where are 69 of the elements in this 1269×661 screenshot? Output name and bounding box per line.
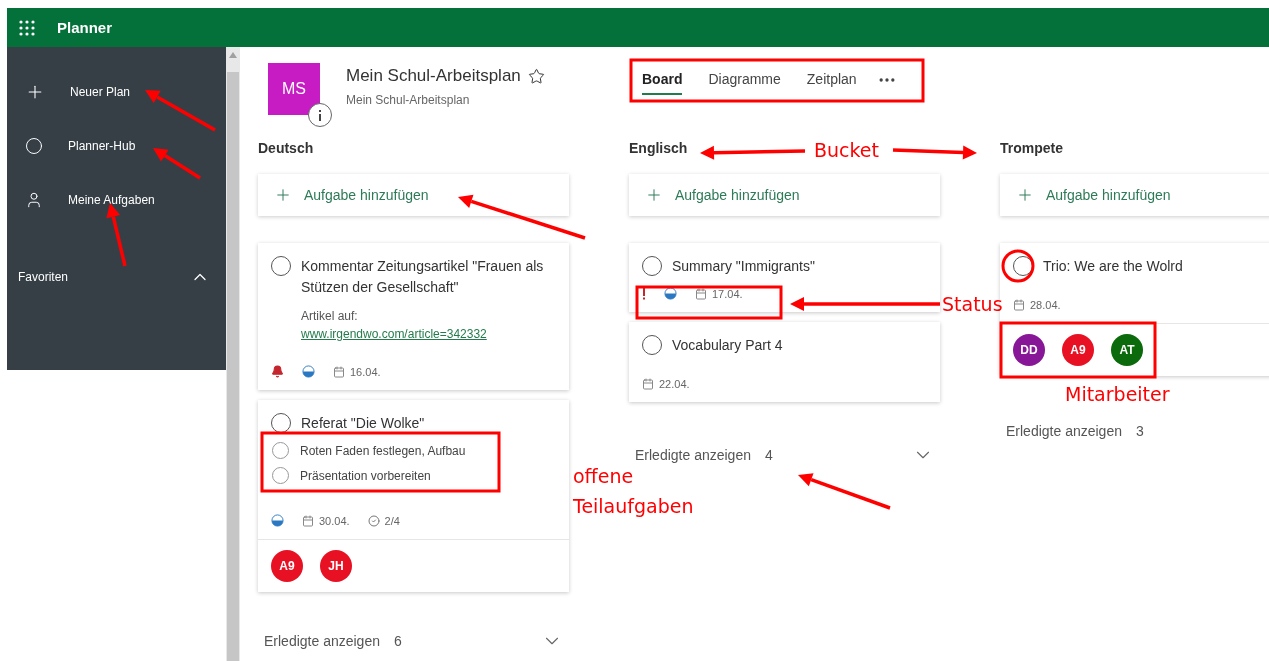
avatar: JH: [320, 550, 352, 582]
bucket-name: Deutsch: [258, 140, 314, 158]
person-icon: [25, 191, 43, 209]
tab[interactable]: Board: [642, 71, 683, 95]
task-card[interactable]: Vocabulary Part 4 22.04.: [629, 322, 940, 402]
plus-icon: [645, 186, 663, 204]
calendar-icon: [333, 365, 345, 378]
circle-icon: [25, 137, 43, 155]
task-card[interactable]: Kommentar Zeitungsartikel "Frauen als Stützen der Gesellschaft" Artikel auf: www.irgendwo.com/article=342332 16.04.: [258, 243, 569, 390]
tab[interactable]: Diagramme: [708, 71, 781, 95]
due-date: 28.04.: [1030, 299, 1061, 311]
due-date: 22.04.: [659, 378, 690, 390]
task-title: Referat "Die Wolke": [301, 414, 425, 433]
annotation-label: Mitarbeiter: [1065, 382, 1170, 407]
scrollbar[interactable]: [226, 47, 240, 661]
add-task-button[interactable]: Aufgabe hinzufügen: [629, 174, 940, 216]
annotation-label: Bucket: [814, 138, 879, 163]
plan-subtitle: Mein Schul-Arbeitsplan: [346, 93, 471, 107]
checklist-icon: [367, 514, 380, 527]
app-title: Planner: [57, 19, 113, 36]
annotation-label: Status: [942, 292, 1003, 317]
checklist-checkbox[interactable]: [272, 467, 289, 484]
annotation-arrow: [145, 90, 216, 132]
sidebar-item[interactable]: Meine Aufgaben: [7, 173, 226, 227]
sidebar-item[interactable]: Planner-Hub: [7, 119, 226, 173]
calendar-icon: [1013, 299, 1025, 311]
calendar-icon: [302, 514, 314, 527]
add-task-button[interactable]: Aufgabe hinzufügen: [1000, 174, 1269, 216]
favorites-header[interactable]: Favoriten: [7, 227, 226, 287]
due-date: 30.04.: [319, 514, 350, 527]
plus-icon: [274, 186, 292, 204]
task-card[interactable]: Referat "Die Wolke" Roten Faden festlegen, Aufbau Präsentation vorbereiten 30.04. 2/4 A9 JH: [258, 400, 569, 592]
bucket-name: Englisch: [629, 140, 688, 158]
tab[interactable]: Zeitplan: [806, 71, 857, 95]
bucket-name: Trompete: [1000, 140, 1063, 158]
info-icon[interactable]: [308, 103, 332, 127]
task-title: Vocabulary Part 4: [672, 336, 783, 355]
task-title: Summary "Immigrants": [672, 257, 815, 276]
task-note: Artikel auf:: [301, 309, 359, 323]
highlight-circle: [1001, 249, 1035, 283]
show-completed-toggle[interactable]: Erledigte anzeigen 3: [1000, 416, 1269, 446]
show-completed-toggle[interactable]: Erledigte anzeigen 6: [258, 626, 569, 656]
calendar-icon: [642, 378, 654, 390]
complete-checkbox[interactable]: [271, 256, 291, 276]
due-date: 16.04.: [350, 365, 381, 378]
avatar: A9: [271, 550, 303, 582]
task-title: Kommentar Zeitungsartikel "Frauen als Stützen der Gesellschaft": [301, 257, 545, 297]
checklist-item: Roten Faden festlegen, Aufbau: [300, 443, 466, 458]
annotation-arrow: [153, 148, 201, 180]
complete-checkbox[interactable]: [642, 256, 662, 276]
checklist-item: Präsentation vorbereiten: [300, 468, 431, 483]
checklist-count: 2/4: [384, 514, 400, 527]
task-title: Trio: We are the Wolrd: [1043, 257, 1183, 276]
task-link[interactable]: www.irgendwo.com/article=342332: [301, 327, 487, 341]
star-icon[interactable]: [527, 67, 545, 85]
avatar: A9: [1062, 334, 1094, 366]
app-launcher-icon[interactable]: [19, 19, 35, 36]
complete-checkbox[interactable]: [642, 335, 662, 355]
sidebar-item[interactable]: Neuer Plan: [7, 65, 226, 119]
plus-icon: [1016, 186, 1034, 204]
checklist-checkbox[interactable]: [272, 442, 289, 459]
add-task-button[interactable]: Aufgabe hinzufügen: [258, 174, 569, 216]
complete-checkbox[interactable]: [271, 413, 291, 433]
plan-title: Mein Schul-Arbeitsplan: [346, 66, 521, 86]
due-date: 17.04.: [712, 287, 743, 300]
task-card[interactable]: Summary "Immigrants" 17.04.: [629, 243, 940, 312]
avatar: DD: [1013, 334, 1045, 366]
avatar: AT: [1111, 334, 1143, 366]
calendar-icon: [695, 287, 707, 300]
